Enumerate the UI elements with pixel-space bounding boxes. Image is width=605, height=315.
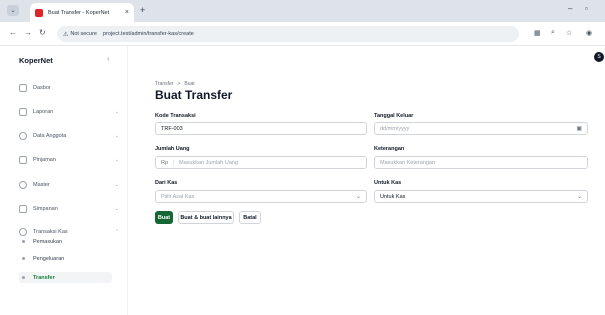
- cancel-button[interactable]: Batal: [239, 211, 261, 224]
- kode-transaksi-value: TRF-003: [161, 125, 183, 132]
- sidebar-item-dasbor[interactable]: Dasbor: [19, 82, 119, 94]
- sidebar-item-label: Pinjaman: [33, 157, 56, 163]
- jumlah-uang-field[interactable]: Rp Masukkan Jumlah Uang: [155, 156, 367, 169]
- sidebar-subitem-label: Pemasukan: [33, 238, 63, 245]
- profile-icon[interactable]: ◉: [586, 29, 592, 37]
- tab-search-button[interactable]: ⌄: [7, 5, 19, 16]
- bullet-icon: [22, 257, 25, 260]
- sidebar-item-label: Laporan: [33, 109, 54, 115]
- avatar[interactable]: S: [594, 52, 604, 62]
- url-text: project.test/admin/transfer-kas/create: [103, 31, 194, 37]
- tanggal-keluar-field[interactable]: dd/mm/yyyy ▣: [374, 122, 588, 135]
- calendar-icon[interactable]: ▣: [576, 125, 582, 132]
- sidebar-subitem-transfer[interactable]: Transfer: [19, 272, 112, 283]
- translate-icon[interactable]: ▦: [534, 29, 541, 37]
- sidebar-subitem-pengeluaran[interactable]: Pengeluaran: [19, 253, 112, 264]
- bullet-icon: [22, 276, 25, 279]
- currency-prefix: Rp: [161, 159, 175, 166]
- sidebar-item-laporan[interactable]: Laporan ⌄: [19, 106, 119, 118]
- reload-icon[interactable]: ↻: [39, 28, 46, 37]
- chevron-down-icon: ⌄: [114, 109, 119, 115]
- forward-icon[interactable]: →: [24, 28, 32, 37]
- bullet-icon: [22, 240, 25, 243]
- page-title: Buat Transfer: [155, 88, 233, 102]
- sidebar: KoperNet ‹ Dasbor Laporan ⌄ Data Anggota…: [0, 46, 128, 315]
- sidebar-item-data-anggota[interactable]: Data Anggota ⌄: [19, 130, 119, 142]
- jumlah-uang-placeholder: Masukkan Jumlah Uang: [179, 159, 239, 166]
- dari-kas-value: Pilih Asal Kas: [161, 193, 195, 200]
- chevron-down-icon: ⌄: [355, 194, 361, 200]
- sidebar-item-label: Transaksi Kas: [33, 229, 68, 235]
- breadcrumb: Transfer > Buat: [155, 81, 195, 87]
- warning-icon: ⚠: [63, 31, 69, 38]
- cash-icon: [19, 228, 27, 236]
- maximize-icon[interactable]: ▫: [585, 4, 588, 13]
- document-icon: [19, 108, 27, 116]
- chevron-down-icon: ⌄: [576, 194, 582, 200]
- browser-tab[interactable]: Buat Transfer - KoperNet ×: [30, 3, 134, 22]
- jumlah-uang-label: Jumlah Uang: [155, 146, 190, 152]
- sidebar-item-master[interactable]: Master ⌄: [19, 179, 119, 191]
- wallet-icon: [19, 156, 27, 164]
- sidebar-item-pinjaman[interactable]: Pinjaman ⌄: [19, 154, 119, 166]
- new-tab-button[interactable]: +: [140, 5, 145, 15]
- sidebar-item-label: Data Anggota: [33, 133, 67, 139]
- chevron-down-icon: ⌄: [114, 182, 119, 188]
- untuk-kas-value: Untuk Kas: [380, 193, 406, 200]
- kode-transaksi-label: Kode Transaksi: [155, 113, 196, 119]
- brand-logo: KoperNet: [19, 56, 53, 65]
- dari-kas-select[interactable]: Pilih Asal Kas ⌄: [155, 190, 367, 203]
- users-icon: [19, 132, 27, 140]
- dari-kas-label: Dari Kas: [155, 180, 178, 186]
- breadcrumb-separator: >: [177, 81, 181, 87]
- chevron-down-icon: ⌄: [114, 206, 119, 212]
- untuk-kas-label: Untuk Kas: [374, 180, 402, 186]
- keterangan-placeholder: Masukkan Keterangan: [380, 159, 436, 166]
- breadcrumb-item-buat: Buat: [184, 81, 195, 87]
- keterangan-label: Keterangan: [374, 146, 405, 152]
- chevron-down-icon: ⌄: [114, 157, 119, 163]
- breadcrumb-item-transfer[interactable]: Transfer: [155, 81, 173, 87]
- savings-icon: [19, 205, 27, 213]
- bookmark-star-icon[interactable]: ☆: [566, 29, 572, 37]
- back-icon[interactable]: ←: [9, 28, 17, 37]
- sidebar-subitem-label: Pengeluaran: [33, 255, 65, 262]
- tab-title: Buat Transfer - KoperNet: [48, 9, 110, 16]
- zoom-icon[interactable]: ⌕: [551, 29, 555, 37]
- home-icon: [19, 84, 27, 92]
- not-secure-label: Not secure: [70, 31, 97, 37]
- untuk-kas-select[interactable]: Untuk Kas ⌄: [374, 190, 588, 203]
- create-button[interactable]: Buat: [155, 211, 173, 224]
- chevron-up-icon: ⌃: [114, 229, 119, 235]
- url-field[interactable]: ⚠ Not secure project.test/admin/transfer…: [57, 26, 519, 42]
- sidebar-item-label: Master: [33, 182, 50, 188]
- browser-tab-bar: ⌄ Buat Transfer - KoperNet × + – ▫: [0, 0, 605, 22]
- create-another-button[interactable]: Buat & buat lainnya: [178, 211, 234, 224]
- sidebar-subitem-label: Transfer: [33, 274, 55, 281]
- minimize-icon[interactable]: –: [568, 4, 572, 13]
- chevron-down-icon: ⌄: [114, 133, 119, 139]
- sidebar-item-label: Simpanan: [33, 206, 58, 212]
- tab-close-icon[interactable]: ×: [125, 9, 129, 16]
- keterangan-field[interactable]: Masukkan Keterangan: [374, 156, 588, 169]
- favicon-icon: [35, 8, 43, 17]
- tanggal-keluar-placeholder: dd/mm/yyyy: [380, 125, 410, 132]
- sidebar-subitem-pemasukan[interactable]: Pemasukan: [19, 236, 112, 247]
- address-bar-row: ← → ↻ ⚠ Not secure project.test/admin/tr…: [0, 22, 605, 46]
- sidebar-item-label: Dasbor: [33, 85, 51, 91]
- collapse-sidebar-icon[interactable]: ‹: [107, 54, 110, 63]
- sidebar-item-simpanan[interactable]: Simpanan ⌄: [19, 203, 119, 215]
- tanggal-keluar-label: Tanggal Keluar: [374, 113, 414, 119]
- gear-icon: [19, 181, 27, 189]
- kode-transaksi-field[interactable]: TRF-003: [155, 122, 367, 135]
